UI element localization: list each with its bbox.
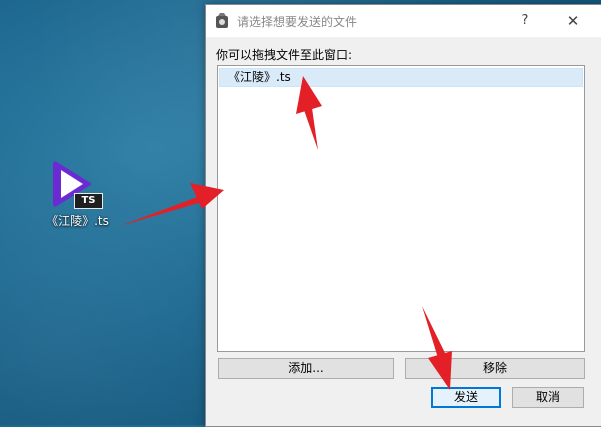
desktop-file-icon[interactable]: TS 《江陵》.ts xyxy=(40,156,120,236)
add-button[interactable]: 添加... xyxy=(218,358,394,379)
file-list[interactable]: 《江陵》.ts xyxy=(217,65,585,352)
cancel-button[interactable]: 取消 xyxy=(512,387,584,408)
list-item[interactable]: 《江陵》.ts xyxy=(219,68,583,87)
remove-button[interactable]: 移除 xyxy=(405,358,585,379)
ts-badge: TS xyxy=(74,193,103,209)
drop-prompt: 你可以拖拽文件至此窗口: xyxy=(216,48,353,62)
send-button[interactable]: 发送 xyxy=(431,387,501,408)
app-icon xyxy=(216,13,228,28)
close-button[interactable]: ✕ xyxy=(558,9,588,33)
titlebar: 请选择想要发送的文件 ? ✕ xyxy=(206,5,601,37)
window-title: 请选择想要发送的文件 xyxy=(237,15,358,29)
desktop-file-label: 《江陵》.ts xyxy=(46,214,109,228)
help-button[interactable]: ? xyxy=(510,9,540,33)
send-file-dialog: 请选择想要发送的文件 ? ✕ 你可以拖拽文件至此窗口: 《江陵》.ts 添加..… xyxy=(205,4,601,427)
